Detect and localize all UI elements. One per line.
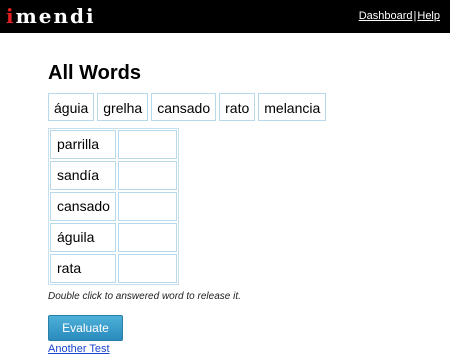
prompt-word: cansado: [50, 192, 116, 221]
match-row: cansado: [50, 192, 177, 221]
prompt-word: águila: [50, 223, 116, 252]
match-row: parrilla: [50, 130, 177, 159]
top-bar: imendi Dashboard|Help: [0, 0, 450, 33]
dashboard-link[interactable]: Dashboard: [359, 10, 413, 22]
top-nav: Dashboard|Help: [359, 9, 440, 23]
page-title: All Words: [48, 62, 141, 84]
answer-drop-slot[interactable]: [118, 161, 177, 190]
match-row: sandía: [50, 161, 177, 190]
answer-drop-slot[interactable]: [118, 223, 177, 252]
prompt-word: sandía: [50, 161, 116, 190]
word-chip[interactable]: águia: [48, 93, 95, 121]
word-bank: águia grelha cansado rato melancia: [48, 93, 327, 121]
evaluate-button[interactable]: Evaluate: [48, 315, 123, 341]
another-test-link[interactable]: Another Test: [48, 343, 110, 356]
logo-accent-letter: i: [6, 4, 16, 28]
prompt-word: parrilla: [50, 130, 116, 159]
logo-text: mendi: [15, 4, 96, 28]
word-chip[interactable]: rato: [219, 93, 256, 121]
instruction-hint: Double click to answered word to release…: [48, 291, 241, 302]
match-row: águila: [50, 223, 177, 252]
answer-drop-slot[interactable]: [118, 192, 177, 221]
answer-drop-slot[interactable]: [118, 254, 177, 283]
matching-table: parrilla sandía cansado águila rata: [48, 128, 179, 285]
help-link[interactable]: Help: [417, 10, 440, 22]
answer-drop-slot[interactable]: [118, 130, 177, 159]
word-chip[interactable]: grelha: [97, 93, 149, 121]
word-chip[interactable]: melancia: [258, 93, 327, 121]
imendi-logo[interactable]: imendi: [6, 4, 96, 28]
word-chip[interactable]: cansado: [151, 93, 217, 121]
prompt-word: rata: [50, 254, 116, 283]
match-row: rata: [50, 254, 177, 283]
